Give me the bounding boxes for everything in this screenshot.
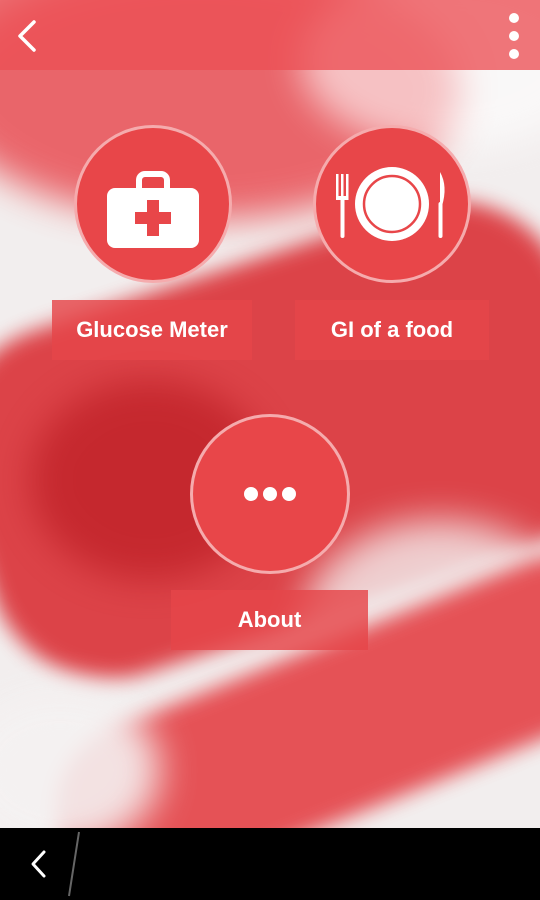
chevron-left-icon xyxy=(18,20,36,52)
first-aid-kit-icon xyxy=(107,171,199,248)
system-back-icon xyxy=(31,850,46,878)
overflow-menu-button[interactable] xyxy=(500,10,528,62)
more-horizontal-icon xyxy=(244,487,296,501)
back-button[interactable] xyxy=(10,14,50,58)
more-vertical-icon xyxy=(509,13,519,59)
about-label[interactable]: About xyxy=(171,590,368,650)
glucose-meter-icon-button[interactable] xyxy=(74,125,232,283)
system-navigation-bar xyxy=(0,828,540,900)
app-bar xyxy=(0,0,540,70)
glucose-meter-label[interactable]: Glucose Meter xyxy=(52,300,252,360)
plate-cutlery-icon xyxy=(336,167,445,241)
system-back-button[interactable] xyxy=(20,842,64,886)
about-icon-button[interactable] xyxy=(190,414,350,574)
gi-of-food-icon-button[interactable] xyxy=(313,125,471,283)
navbar-divider xyxy=(68,831,80,897)
gi-of-food-label[interactable]: GI of a food xyxy=(295,300,489,360)
